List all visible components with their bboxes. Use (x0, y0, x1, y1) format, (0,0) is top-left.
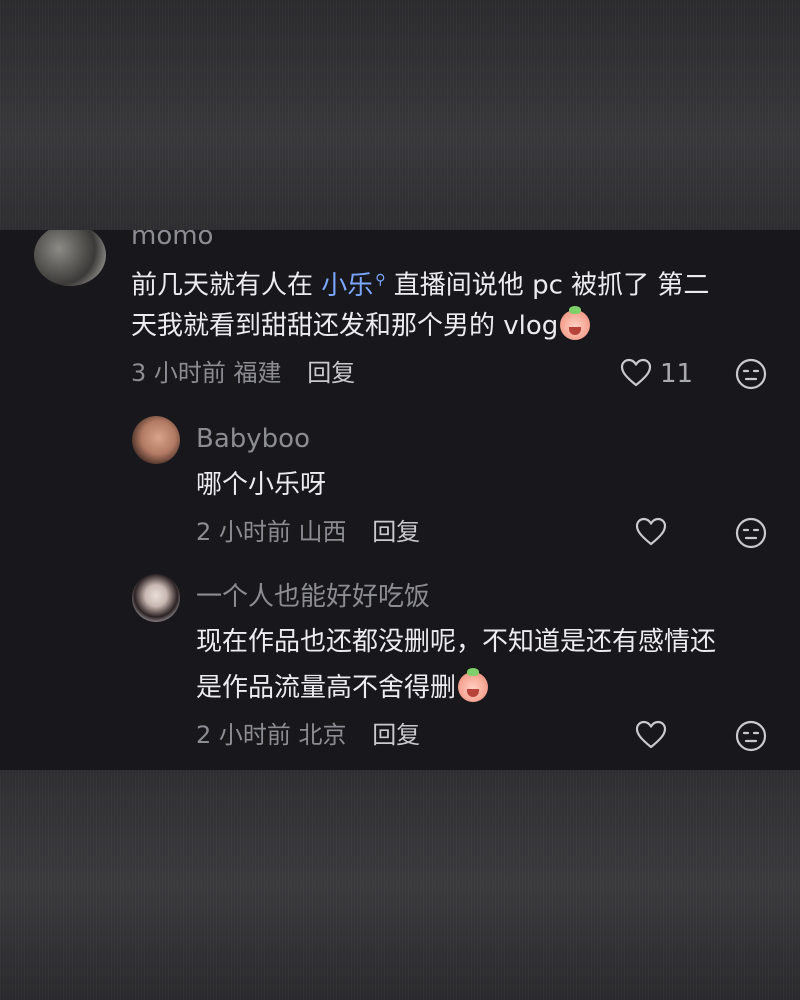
avatar[interactable] (34, 230, 106, 286)
like-button[interactable] (635, 517, 667, 547)
avatar[interactable] (132, 574, 180, 622)
comment-text: 哪个小乐呀 (196, 470, 327, 500)
comment-location: 福建 (233, 359, 282, 387)
heart-outline-icon (635, 720, 667, 749)
comment-text-part: 是作品流量高不舍得删 (196, 673, 457, 703)
comment-text: 现在作品也还都没删呢，不知道是还有感情还 (196, 627, 717, 657)
comment-panel[interactable]: momo 前几天就有人在 小乐 ⚲ 直播间说他 pc 被抓了 第二 天我就看到甜甜… (0, 230, 800, 770)
comment-time: 2 小时前 (196, 518, 291, 546)
topic-link-label: 小乐 (321, 270, 374, 301)
comment-location: 北京 (298, 721, 347, 749)
comment-text: 是作品流量高不舍得删 (196, 666, 489, 710)
like-button[interactable] (635, 720, 667, 750)
meh-face-icon (735, 517, 767, 549)
crying-face-emoji (458, 668, 489, 702)
dislike-button[interactable] (735, 358, 767, 390)
comment-time: 3 小时前 (131, 359, 226, 387)
search-icon: ⚲ (375, 272, 386, 288)
comment-text-part: 天我就看到甜甜还发和那个男的 vlog (131, 311, 559, 341)
comment-meta: 3 小时前 福建 回复 (131, 357, 355, 389)
comment-username[interactable]: 一个人也能好好吃饭 (196, 581, 430, 613)
comment-username[interactable]: Babyboo (196, 423, 310, 455)
like-count: 11 (660, 359, 694, 389)
reply-button[interactable]: 回复 (307, 359, 355, 387)
avatar[interactable] (132, 416, 180, 464)
comment-location: 山西 (298, 518, 347, 546)
reply-button[interactable]: 回复 (372, 518, 420, 546)
comment-text: 天我就看到甜甜还发和那个男的 vlog (131, 304, 591, 348)
meh-face-icon (735, 720, 767, 752)
topic-link[interactable]: 小乐 ⚲ (321, 271, 385, 301)
crying-face-emoji (560, 306, 591, 340)
dislike-button[interactable] (735, 517, 767, 549)
comment-text-part: 前几天就有人在 (131, 270, 322, 301)
comment-time: 2 小时前 (196, 721, 291, 749)
comment-meta: 2 小时前 北京 回复 (196, 719, 420, 751)
background-top (0, 0, 800, 230)
reply-button[interactable]: 回复 (372, 721, 420, 749)
dislike-button[interactable] (735, 720, 767, 752)
comment-text: 前几天就有人在 小乐 ⚲ 直播间说他 pc 被抓了 第二 (131, 258, 709, 308)
heart-outline-icon (635, 517, 667, 546)
heart-outline-icon (620, 358, 652, 387)
comment-text-part: 直播间说他 pc 被抓了 第二 (385, 270, 710, 301)
comment-meta: 2 小时前 山西 回复 (196, 516, 420, 548)
meh-face-icon (735, 358, 767, 390)
background-bottom (0, 770, 800, 1000)
comment-username[interactable]: momo (131, 230, 213, 252)
like-button[interactable] (620, 358, 652, 388)
